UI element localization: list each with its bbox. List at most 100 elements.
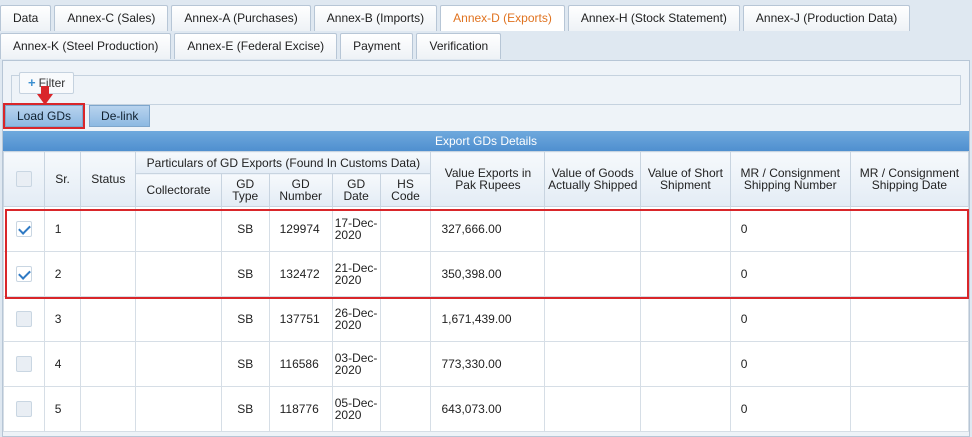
tab-bar-row-2: Annex-K (Steel Production) Annex-E (Feder… bbox=[0, 33, 504, 59]
cell-gd-date: 17-Dec-2020 bbox=[331, 206, 381, 252]
row-checkbox[interactable] bbox=[15, 311, 32, 327]
header-value-exports: Value Exports in Pak Rupees bbox=[430, 151, 546, 207]
cell-mr-number: 0 bbox=[729, 341, 851, 387]
load-gds-button[interactable]: Load GDs bbox=[2, 103, 86, 129]
row-select-cell bbox=[3, 341, 45, 387]
header-mr-number: MR / Consignment Shipping Number bbox=[729, 151, 851, 207]
table-row[interactable]: 2 SB 132472 21-Dec-2020 350,398.00 0 bbox=[3, 251, 970, 297]
cell-value-goods bbox=[544, 296, 642, 342]
cell-value-exports: 350,398.00 bbox=[430, 251, 546, 297]
cell-hs-code bbox=[379, 386, 432, 432]
cell-value-short bbox=[640, 296, 731, 342]
tab-payment[interactable]: Payment bbox=[340, 33, 414, 59]
cell-mr-number: 0 bbox=[729, 206, 851, 252]
plus-icon: + bbox=[28, 75, 36, 90]
cell-collectorate bbox=[135, 386, 222, 432]
cell-status bbox=[80, 251, 137, 297]
exports-panel: + Filter Load GDs De-link Export GDs Det… bbox=[2, 60, 970, 437]
cell-mr-date bbox=[849, 251, 970, 297]
cell-gd-type: SB bbox=[220, 296, 270, 342]
row-checkbox[interactable] bbox=[15, 356, 32, 372]
tab-annex-e-federal-excise[interactable]: Annex-E (Federal Excise) bbox=[174, 33, 338, 59]
cell-gd-number: 116586 bbox=[268, 341, 333, 387]
header-sr: Sr. bbox=[43, 151, 82, 207]
cell-sr: 4 bbox=[43, 341, 82, 387]
cell-gd-number: 137751 bbox=[268, 296, 333, 342]
cell-collectorate bbox=[135, 251, 222, 297]
cell-value-short bbox=[640, 251, 731, 297]
tab-verification[interactable]: Verification bbox=[416, 33, 502, 59]
cell-mr-date bbox=[849, 386, 970, 432]
select-all-header bbox=[3, 151, 45, 207]
cell-value-goods bbox=[544, 251, 642, 297]
cell-hs-code bbox=[379, 251, 432, 297]
row-checkbox[interactable] bbox=[15, 401, 32, 417]
cell-value-short bbox=[640, 386, 731, 432]
cell-mr-number: 0 bbox=[729, 251, 851, 297]
tab-annex-h-stock-statement[interactable]: Annex-H (Stock Statement) bbox=[567, 5, 740, 31]
delink-button[interactable]: De-link bbox=[89, 105, 151, 127]
row-select-cell bbox=[3, 251, 45, 297]
cell-sr: 3 bbox=[43, 296, 82, 342]
header-particulars: Particulars of GD Exports (Found In Cust… bbox=[135, 151, 432, 174]
tab-annex-j-production-data[interactable]: Annex-J (Production Data) bbox=[742, 5, 911, 31]
cell-gd-date: 05-Dec-2020 bbox=[331, 386, 381, 432]
tab-annex-k-steel-production[interactable]: Annex-K (Steel Production) bbox=[0, 33, 172, 59]
tab-annex-c-sales[interactable]: Annex-C (Sales) bbox=[54, 5, 169, 31]
cell-gd-number: 132472 bbox=[268, 251, 333, 297]
cell-value-goods bbox=[544, 206, 642, 252]
table-row[interactable]: 5 SB 118776 05-Dec-2020 643,073.00 0 bbox=[3, 386, 970, 432]
row-checkbox[interactable] bbox=[15, 221, 32, 237]
header-gd-type: GD Type bbox=[220, 173, 270, 207]
cell-value-short bbox=[640, 341, 731, 387]
cell-sr: 1 bbox=[43, 206, 82, 252]
cell-status bbox=[80, 206, 137, 252]
tab-annex-a-purchases[interactable]: Annex-A (Purchases) bbox=[171, 5, 311, 31]
header-collectorate: Collectorate bbox=[135, 173, 222, 207]
cell-gd-number: 118776 bbox=[268, 386, 333, 432]
cell-status bbox=[80, 386, 137, 432]
cell-hs-code bbox=[379, 206, 432, 252]
cell-hs-code bbox=[379, 341, 432, 387]
cell-value-exports: 1,671,439.00 bbox=[430, 296, 546, 342]
cell-value-exports: 773,330.00 bbox=[430, 341, 546, 387]
tab-data[interactable]: Data bbox=[0, 5, 52, 31]
cell-mr-date bbox=[849, 296, 970, 342]
cell-collectorate bbox=[135, 341, 222, 387]
header-gd-date: GD Date bbox=[331, 173, 381, 207]
table-row[interactable]: 1 SB 129974 17-Dec-2020 327,666.00 0 bbox=[3, 206, 970, 252]
header-mr-date: MR / Consignment Shipping Date bbox=[849, 151, 970, 207]
cell-sr: 5 bbox=[43, 386, 82, 432]
row-checkbox[interactable] bbox=[15, 266, 32, 282]
table-row[interactable]: 3 SB 137751 26-Dec-2020 1,671,439.00 0 bbox=[3, 296, 970, 342]
export-gds-table: Sr. Status Particulars of GD Exports (Fo… bbox=[3, 151, 970, 432]
select-all-checkbox[interactable] bbox=[15, 171, 32, 187]
cell-gd-type: SB bbox=[220, 206, 270, 252]
header-status: Status bbox=[80, 151, 137, 207]
cell-mr-number: 0 bbox=[729, 296, 851, 342]
tab-bar-row-1: Data Annex-C (Sales) Annex-A (Purchases) An… bbox=[0, 5, 913, 31]
tab-annex-b-imports[interactable]: Annex-B (Imports) bbox=[313, 5, 438, 31]
cell-mr-date bbox=[849, 206, 970, 252]
row-select-cell bbox=[3, 386, 45, 432]
header-hs-code: HS Code bbox=[379, 173, 432, 207]
cell-status bbox=[80, 341, 137, 387]
action-toolbar: Load GDs De-link bbox=[2, 103, 154, 129]
cell-hs-code bbox=[379, 296, 432, 342]
cell-value-exports: 643,073.00 bbox=[430, 386, 546, 432]
header-value-short: Value of Short Shipment bbox=[640, 151, 731, 207]
filter-fieldset: + Filter bbox=[11, 72, 961, 105]
cell-gd-type: SB bbox=[220, 386, 270, 432]
tab-annex-d-exports[interactable]: Annex-D (Exports) bbox=[440, 5, 565, 31]
table-row[interactable]: 4 SB 116586 03-Dec-2020 773,330.00 0 bbox=[3, 341, 970, 387]
cell-gd-number: 129974 bbox=[268, 206, 333, 252]
cell-gd-type: SB bbox=[220, 251, 270, 297]
cell-value-goods bbox=[544, 341, 642, 387]
grid-title: Export GDs Details bbox=[3, 131, 969, 151]
cell-mr-date bbox=[849, 341, 970, 387]
cell-status bbox=[80, 296, 137, 342]
cell-value-goods bbox=[544, 386, 642, 432]
cell-mr-number: 0 bbox=[729, 386, 851, 432]
cell-value-short bbox=[640, 206, 731, 252]
cell-gd-type: SB bbox=[220, 341, 270, 387]
